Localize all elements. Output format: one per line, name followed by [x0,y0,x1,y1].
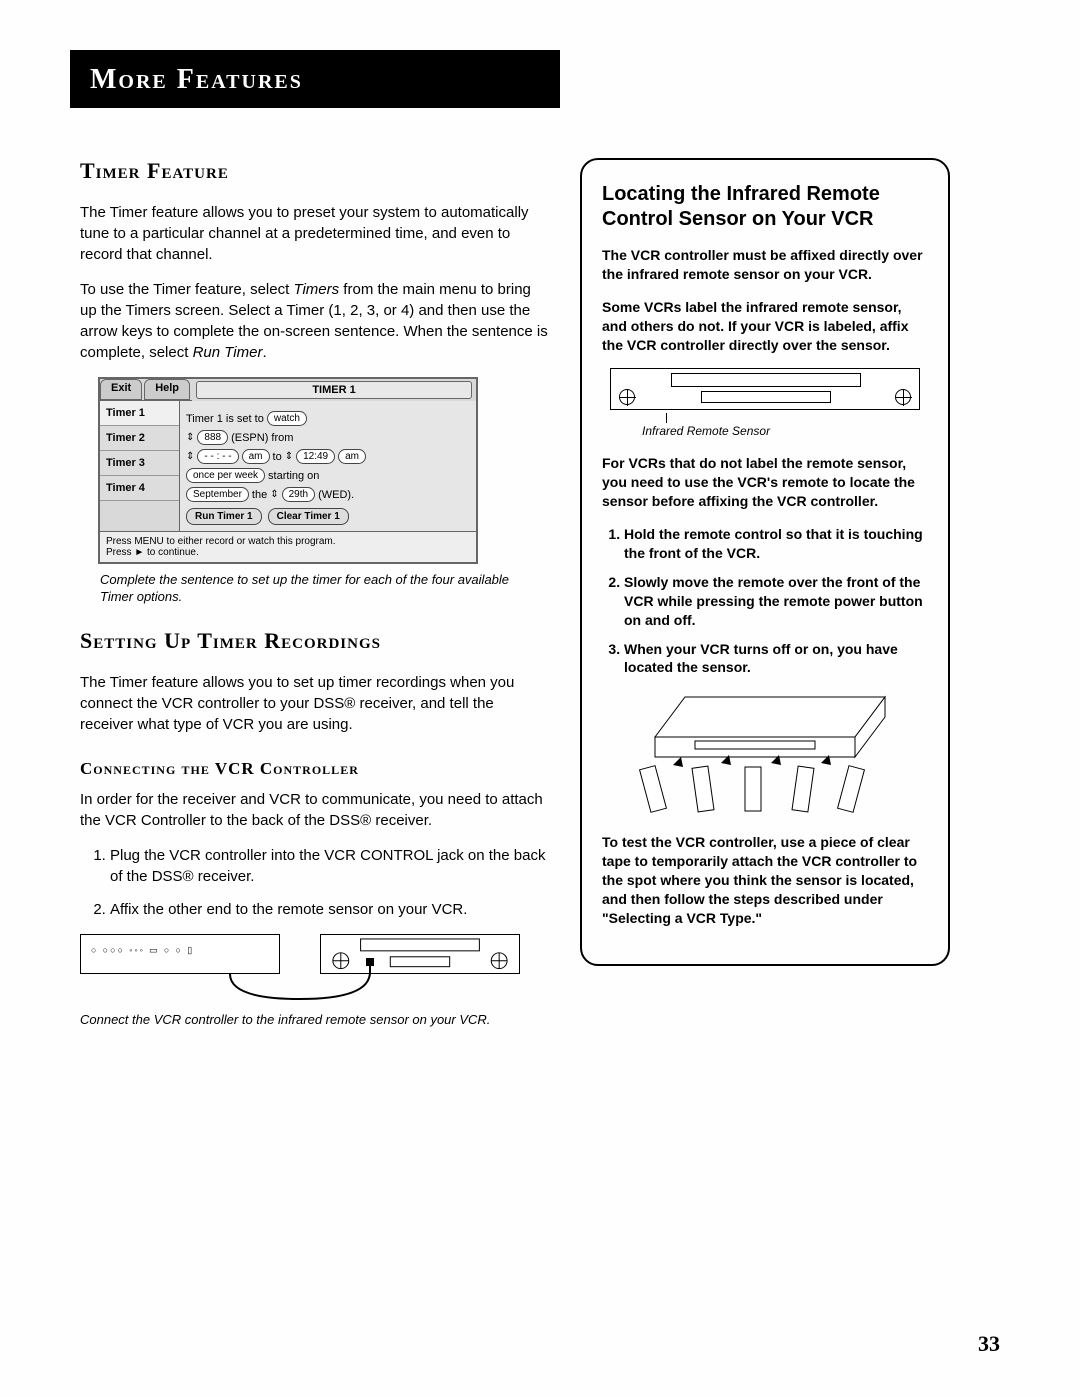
line1-a: Timer 1 is set to [186,413,264,425]
day-pill: 29th [282,487,315,502]
freq-pill: once per week [186,468,265,483]
time-from-pill: - - : - - [197,449,238,464]
page-header: More Features [70,50,560,108]
timer-title: TIMER 1 [196,381,472,399]
ampm2-pill: am [338,449,366,464]
sidebar-step-3: When your VCR turns off or on, you have … [624,640,928,678]
steps-list: Plug the VCR controller into the VCR CON… [80,845,550,920]
p2-i1: Timers [293,281,339,298]
sidebar-heading: Locating the Infrared Remote Control Sen… [602,182,928,232]
sidebar-timer-2: Timer 2 [100,426,179,451]
channel-name: (ESPN) from [231,432,293,444]
connection-diagram: ○ ○○○ ◦◦◦ ▭ ○ ○ ▯ [80,934,520,1004]
to-label: to [273,451,282,463]
sidebar-timer-4: Timer 4 [100,476,179,501]
channel-pill: 888 [197,430,228,445]
timer-main: Timer 1 is set to watch ⇕ 888 (ESPN) fro… [180,401,476,531]
timer-screenshot: Exit Help TIMER 1 Timer 1 Timer 2 Timer … [98,377,478,564]
footer-line-2: Press ► to continue. [106,547,470,558]
clear-timer-button: Clear Timer 1 [268,508,349,525]
sidebar-step-1: Hold the remote control so that it is to… [624,525,928,563]
paragraph-4: In order for the receiver and VCR to com… [80,789,550,831]
watch-pill: watch [267,411,307,426]
time-to-pill: 12:49 [296,449,335,464]
sidebar-column: Locating the Infrared Remote Control Sen… [580,158,950,1051]
heading-timer-feature: Timer Feature [80,158,550,184]
step-2: Affix the other end to the remote sensor… [110,899,550,920]
dow-label: (WED). [318,489,354,501]
p2-i2: Run Timer [193,344,263,361]
the-label: the [252,489,267,501]
caption-1: Complete the sentence to set up the time… [100,572,530,606]
sidebar-p4: To test the VCR controller, use a piece … [602,833,928,927]
vcr-front-diagram [610,368,920,410]
arrow-icon-2: ⇕ [186,451,194,462]
paragraph-3: The Timer feature allows you to set up t… [80,672,550,735]
sidebar-timer-1: Timer 1 [100,401,179,426]
sidebar-p3: For VCRs that do not label the remote se… [602,454,928,511]
tab-exit: Exit [100,379,142,400]
sidebar-p1: The VCR controller must be affixed direc… [602,246,928,284]
vcr-perspective-diagram [625,687,905,817]
paragraph-2: To use the Timer feature, select Timers … [80,279,550,363]
main-column: Timer Feature The Timer feature allows y… [80,158,550,1051]
timer-footer: Press MENU to either record or watch thi… [100,531,476,562]
month-pill: September [186,487,249,502]
sidebar-step-2: Slowly move the remote over the front of… [624,573,928,630]
heading-setting-up: Setting Up Timer Recordings [80,628,550,654]
heading-connecting: Connecting the VCR Controller [80,759,550,779]
footer-line-1: Press MENU to either record or watch thi… [106,536,470,547]
p2-a: To use the Timer feature, select [80,281,293,298]
sidebar-p2: Some VCRs label the infrared remote sens… [602,298,928,355]
arrow-icon-3: ⇕ [285,451,293,462]
timer-sidebar: Timer 1 Timer 2 Timer 3 Timer 4 [100,401,180,531]
tab-help: Help [144,379,190,400]
vcr-diagram-label: Infrared Remote Sensor [642,424,928,438]
run-timer-button: Run Timer 1 [186,508,262,525]
step-1: Plug the VCR controller into the VCR CON… [110,845,550,887]
paragraph-1: The Timer feature allows you to preset y… [80,202,550,265]
ampm1-pill: am [242,449,270,464]
starting-label: starting on [268,470,319,482]
arrow-icon: ⇕ [186,432,194,443]
arrow-icon-4: ⇕ [270,489,278,500]
sidebar-box: Locating the Infrared Remote Control Sen… [580,158,950,966]
p2-c: . [262,344,266,361]
sidebar-steps: Hold the remote control so that it is to… [602,525,928,677]
caption-2: Connect the VCR controller to the infrar… [80,1012,530,1029]
sidebar-timer-3: Timer 3 [100,451,179,476]
page-number: 33 [978,1331,1000,1357]
